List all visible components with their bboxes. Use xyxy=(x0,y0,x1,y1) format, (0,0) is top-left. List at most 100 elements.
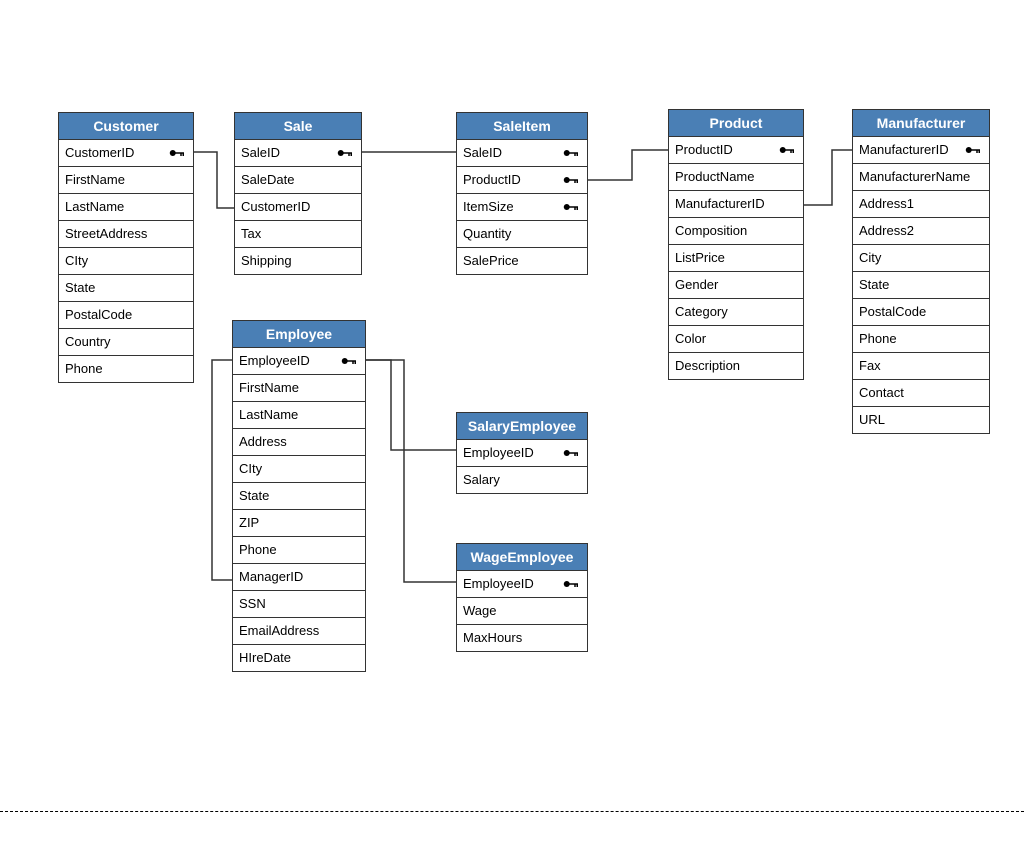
connector-customer-sale xyxy=(194,152,234,208)
field-label: MaxHours xyxy=(463,630,522,646)
entity-header: Customer xyxy=(59,113,193,140)
entity-product: ProductProductIDProductNameManufacturerI… xyxy=(668,109,804,380)
entity-field: Address2 xyxy=(853,218,989,245)
field-label: CustomerID xyxy=(65,145,134,161)
field-label: Phone xyxy=(239,542,277,558)
field-label: ProductID xyxy=(675,142,733,158)
field-label: Address xyxy=(239,434,287,450)
entity-header: Employee xyxy=(233,321,365,348)
key-icon xyxy=(169,147,187,159)
entity-field: City xyxy=(853,245,989,272)
er-diagram: Customer CustomerID FirstName LastName Stree… xyxy=(0,0,1024,852)
entity-field: CustomerID xyxy=(59,140,193,167)
field-label: Description xyxy=(675,358,740,374)
entity-field: ProductName xyxy=(669,164,803,191)
connector-saleitem-product xyxy=(588,150,668,180)
field-label: ListPrice xyxy=(675,250,725,266)
entity-field: LastName xyxy=(233,402,365,429)
connector-employee-salary xyxy=(366,360,456,450)
field-label: ItemSize xyxy=(463,199,514,215)
entity-manufacturer: ManufacturerManufacturerIDManufacturerNa… xyxy=(852,109,990,434)
connector-product-manufacturer xyxy=(804,150,852,205)
entity-field: Gender xyxy=(669,272,803,299)
entity-field: Address1 xyxy=(853,191,989,218)
key-icon xyxy=(563,578,581,590)
entity-field: SalePrice xyxy=(457,248,587,274)
entity-field: SaleID xyxy=(235,140,361,167)
entity-field: Phone xyxy=(59,356,193,382)
field-label: Composition xyxy=(675,223,747,239)
entity-field: ItemSize xyxy=(457,194,587,221)
field-label: EmployeeID xyxy=(463,576,534,592)
entity-field: SaleID xyxy=(457,140,587,167)
field-label: ProductName xyxy=(675,169,754,185)
field-label: ManufacturerID xyxy=(675,196,765,212)
entity-field: SaleDate xyxy=(235,167,361,194)
connector-employee-manager xyxy=(212,360,232,580)
field-label: ManagerID xyxy=(239,569,303,585)
entity-field: PostalCode xyxy=(59,302,193,329)
entity-header: SaleItem xyxy=(457,113,587,140)
entity-field: Composition xyxy=(669,218,803,245)
entity-customer: CustomerCustomerIDFirstNameLastNameStree… xyxy=(58,112,194,383)
field-label: SaleID xyxy=(463,145,502,161)
entity-header: Sale xyxy=(235,113,361,140)
entity-field: EmployeeID xyxy=(233,348,365,375)
field-label: Gender xyxy=(675,277,718,293)
field-label: Country xyxy=(65,334,111,350)
field-label: FirstName xyxy=(239,380,299,396)
entity-field: ProductID xyxy=(457,167,587,194)
field-label: Salary xyxy=(463,472,500,488)
entity-saleitem: SaleItem SaleID ProductID ItemSize Quantity S… xyxy=(456,112,588,275)
field-label: LastName xyxy=(239,407,298,423)
field-label: ZIP xyxy=(239,515,259,531)
entity-field: Country xyxy=(59,329,193,356)
field-label: CIty xyxy=(239,461,262,477)
entity-field: State xyxy=(853,272,989,299)
field-label: SaleDate xyxy=(241,172,294,188)
field-label: State xyxy=(239,488,269,504)
entity-field: Phone xyxy=(853,326,989,353)
entity-field: Salary xyxy=(457,467,587,493)
field-label: PostalCode xyxy=(65,307,132,323)
key-icon xyxy=(563,447,581,459)
field-label: HIreDate xyxy=(239,650,291,666)
entity-field: EmployeeID xyxy=(457,440,587,467)
entity-field: CustomerID xyxy=(235,194,361,221)
entity-field: SSN xyxy=(233,591,365,618)
entity-field: ZIP xyxy=(233,510,365,537)
entity-field: Wage xyxy=(457,598,587,625)
entity-field: Color xyxy=(669,326,803,353)
key-icon xyxy=(965,144,983,156)
entity-field: Phone xyxy=(233,537,365,564)
entity-field: Shipping xyxy=(235,248,361,274)
entity-sale: SaleSaleID SaleDate CustomerID Tax Shipping xyxy=(234,112,362,275)
field-label: StreetAddress xyxy=(65,226,147,242)
entity-field: EmailAddress xyxy=(233,618,365,645)
key-icon xyxy=(563,201,581,213)
entity-field: FirstName xyxy=(233,375,365,402)
field-label: Address2 xyxy=(859,223,914,239)
entity-field: PostalCode xyxy=(853,299,989,326)
connector-employee-wage xyxy=(366,360,456,582)
entity-field: ManufacturerName xyxy=(853,164,989,191)
entity-field: Description xyxy=(669,353,803,379)
field-label: State xyxy=(65,280,95,296)
field-label: Phone xyxy=(859,331,897,347)
field-label: Fax xyxy=(859,358,881,374)
entity-field: Category xyxy=(669,299,803,326)
field-label: Tax xyxy=(241,226,261,242)
entity-field: URL xyxy=(853,407,989,433)
field-label: Color xyxy=(675,331,706,347)
key-icon xyxy=(341,355,359,367)
field-label: State xyxy=(859,277,889,293)
entity-field: StreetAddress xyxy=(59,221,193,248)
field-label: Quantity xyxy=(463,226,511,242)
entity-field: Quantity xyxy=(457,221,587,248)
entity-field: CIty xyxy=(233,456,365,483)
entity-field: HIreDate xyxy=(233,645,365,671)
field-label: Address1 xyxy=(859,196,914,212)
entity-salaryemployee: SalaryEmployeeEmployeeIDSalary xyxy=(456,412,588,494)
field-label: City xyxy=(859,250,881,266)
entity-field: ManagerID xyxy=(233,564,365,591)
